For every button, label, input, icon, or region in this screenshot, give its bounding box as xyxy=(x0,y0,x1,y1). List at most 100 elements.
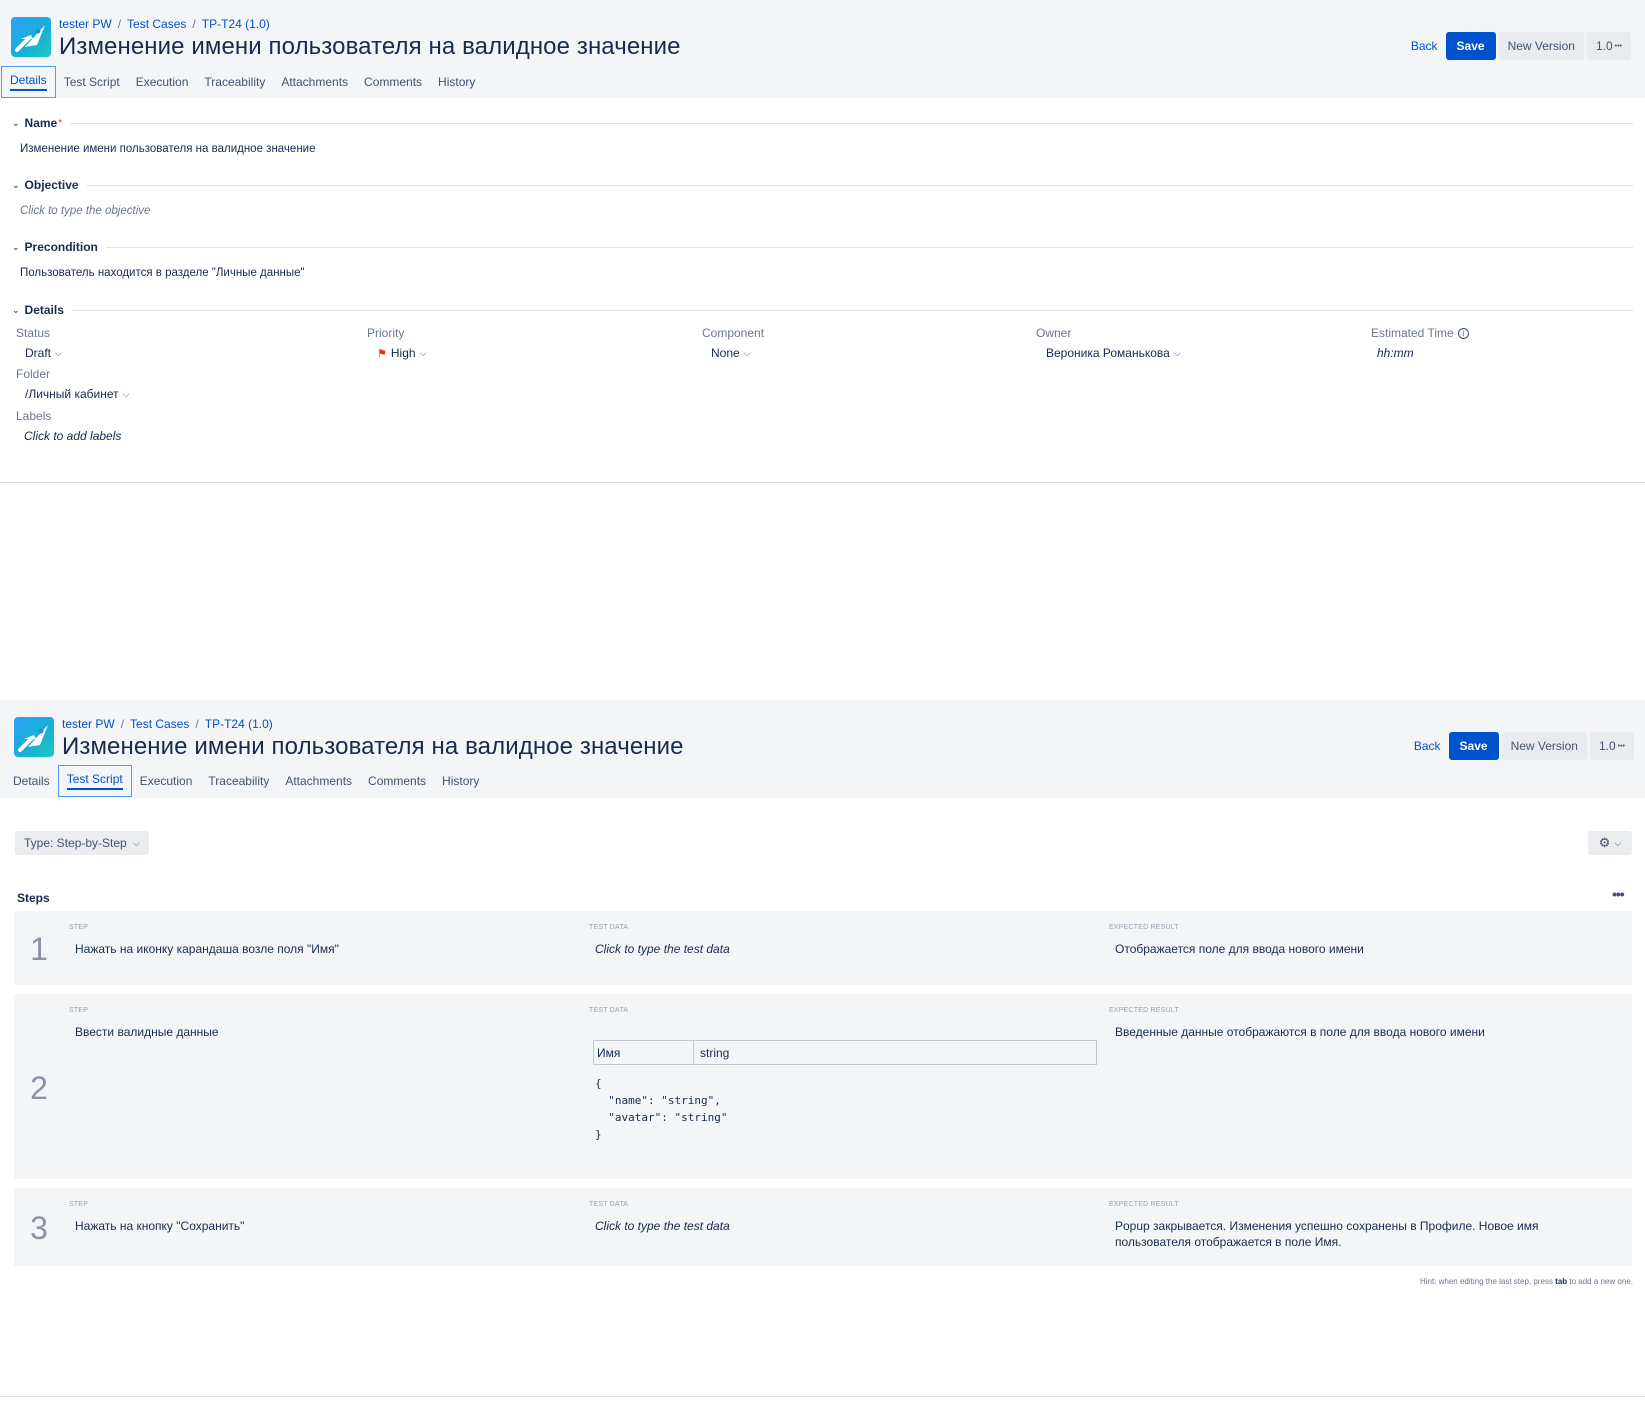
panel-bottom-divider xyxy=(0,1396,1645,1397)
script-type-dropdown[interactable]: Type: Step-by-Step ⌵ xyxy=(15,831,149,855)
objective-section-toggle[interactable]: ⌄ Objective xyxy=(12,178,1633,192)
breadcrumb-separator: / xyxy=(195,717,199,731)
status-value: Draft xyxy=(25,346,52,360)
breadcrumb-test-case-key[interactable]: TP-T24 (1.0) xyxy=(202,17,270,31)
tab-history[interactable]: History xyxy=(434,765,487,797)
owner-select[interactable]: Вероника Романькова ⌵ xyxy=(1046,346,1181,360)
breadcrumb-test-case-key[interactable]: TP-T24 (1.0) xyxy=(205,717,273,731)
tab-execution-label: Execution xyxy=(135,75,189,89)
section-divider xyxy=(86,184,1633,186)
test-data-field[interactable]: Click to type the test data xyxy=(595,941,730,957)
priority-select[interactable]: ⚑ High ⌵ xyxy=(377,346,426,360)
tab-attachments[interactable]: Attachments xyxy=(273,66,356,98)
test-data-table[interactable]: Имя string xyxy=(593,1040,1097,1065)
test-data-table-value: string xyxy=(700,1046,730,1060)
step-number: 2 xyxy=(30,1070,48,1106)
breadcrumb: tester PW / Test Cases / TP-T24 (1.0) xyxy=(62,717,273,731)
more-icon: ••• xyxy=(1617,742,1625,750)
steps-heading: Steps xyxy=(17,891,50,905)
details-section-toggle[interactable]: ⌄ Details xyxy=(12,303,1633,317)
folder-label: Folder xyxy=(16,367,51,381)
priority-value: High xyxy=(390,346,416,360)
folder-select[interactable]: /Личный кабинет ⌵ xyxy=(25,387,129,401)
breadcrumb-test-cases[interactable]: Test Cases xyxy=(130,717,189,731)
precondition-section-title: Precondition xyxy=(24,240,98,254)
labels-input[interactable]: Click to add labels xyxy=(24,429,121,443)
more-icon: ••• xyxy=(1614,42,1622,50)
page-header: tester PW / Test Cases / TP-T24 (1.0) Из… xyxy=(0,0,1645,98)
step-row[interactable]: 1 STEP Нажать на иконку карандаша возле … xyxy=(14,911,1632,985)
priority-label: Priority xyxy=(367,326,405,340)
tab-test-script-label: Test Script xyxy=(66,772,123,790)
step-description[interactable]: Ввести валидные данные xyxy=(75,1024,219,1040)
step-row[interactable]: 2 STEP Ввести валидные данные TEST DATA … xyxy=(14,994,1632,1179)
app-logo-icon xyxy=(11,17,51,57)
info-icon[interactable]: i xyxy=(1457,327,1469,339)
breadcrumb-separator: / xyxy=(117,17,122,31)
tab-bar: Details Test Script Execution Traceabili… xyxy=(1,66,483,98)
hint-prefix: Hint: when editing the last step, press xyxy=(1419,1277,1553,1286)
tab-traceability[interactable]: Traceability xyxy=(196,66,273,98)
version-menu-button[interactable]: 1.0 ••• xyxy=(1586,32,1631,60)
step-row[interactable]: 3 STEP Нажать на кнопку "Сохранить" TEST… xyxy=(14,1188,1632,1266)
steps-more-icon[interactable]: ••• xyxy=(1612,886,1625,902)
objective-field[interactable]: Click to type the objective xyxy=(20,205,150,217)
back-button[interactable]: Back xyxy=(1409,739,1446,753)
tab-details-label: Details xyxy=(10,73,47,91)
tab-comments-label: Comments xyxy=(368,774,427,788)
precondition-section-toggle[interactable]: ⌄ Precondition xyxy=(12,240,1633,254)
tab-history-label: History xyxy=(442,774,480,788)
tab-details-label: Details xyxy=(13,774,50,788)
test-data-field[interactable]: Click to type the test data xyxy=(595,1218,730,1234)
tab-history-label: History xyxy=(438,75,476,89)
test-data-table-key: Имя xyxy=(594,1041,694,1064)
tab-attachments-label: Attachments xyxy=(285,774,353,788)
chevron-down-icon: ⌵ xyxy=(132,837,140,848)
chevron-down-icon: ⌵ xyxy=(55,347,62,358)
tab-history[interactable]: History xyxy=(430,66,483,98)
tab-traceability-label: Traceability xyxy=(204,75,266,89)
tab-details[interactable]: Details xyxy=(5,765,58,797)
expected-result-field[interactable]: Введенные данные отображаются в поле для… xyxy=(1115,1024,1615,1040)
tab-traceability[interactable]: Traceability xyxy=(200,765,277,797)
step-description[interactable]: Нажать на кнопку "Сохранить" xyxy=(75,1218,244,1234)
step-description[interactable]: Нажать на иконку карандаша возле поля "И… xyxy=(75,941,339,957)
name-section-toggle[interactable]: ⌄ Name * xyxy=(12,116,1633,130)
breadcrumb-project[interactable]: tester PW xyxy=(62,717,115,731)
estimated-time-input[interactable]: hh:mm xyxy=(1377,346,1414,360)
app-logo-icon xyxy=(14,717,54,757)
tab-details[interactable]: Details xyxy=(1,66,56,98)
tab-attachments[interactable]: Attachments xyxy=(277,765,360,797)
step-column-label: STEP xyxy=(69,1201,89,1208)
version-menu-button[interactable]: 1.0 ••• xyxy=(1589,732,1634,760)
step-column-label: STEP xyxy=(69,1007,89,1014)
breadcrumb-project[interactable]: tester PW xyxy=(59,17,112,31)
precondition-field[interactable]: Пользователь находится в разделе "Личные… xyxy=(20,267,305,279)
tab-comments[interactable]: Comments xyxy=(360,765,434,797)
save-button[interactable]: Save xyxy=(1448,732,1499,760)
chevron-down-icon: ⌵ xyxy=(1173,347,1181,358)
new-version-button[interactable]: New Version xyxy=(1498,32,1584,60)
new-version-button[interactable]: New Version xyxy=(1501,732,1587,760)
name-field[interactable]: Изменение имени пользователя на валидное… xyxy=(20,143,316,155)
save-button[interactable]: Save xyxy=(1445,32,1496,60)
tab-test-script[interactable]: Test Script xyxy=(56,66,128,98)
settings-dropdown[interactable]: ⚙ ⌵ xyxy=(1588,831,1632,855)
chevron-down-icon: ⌵ xyxy=(743,347,751,358)
test-data-code-block[interactable]: { "name": "string", "avatar": "string" } xyxy=(595,1075,727,1143)
tab-comments[interactable]: Comments xyxy=(356,66,430,98)
details-screen: tester PW / Test Cases / TP-T24 (1.0) Из… xyxy=(0,0,1645,484)
tab-test-script[interactable]: Test Script xyxy=(57,765,132,797)
expected-result-field[interactable]: Popup закрывается. Изменения успешно сох… xyxy=(1115,1218,1615,1250)
tab-execution[interactable]: Execution xyxy=(132,765,201,797)
page-title: Изменение имени пользователя на валидное… xyxy=(62,733,684,760)
expected-result-field[interactable]: Отображается поле для ввода нового имени xyxy=(1115,941,1615,957)
breadcrumb-test-cases[interactable]: Test Cases xyxy=(127,17,186,31)
tab-bar: Details Test Script Execution Traceabili… xyxy=(5,765,487,797)
back-button[interactable]: Back xyxy=(1406,39,1443,53)
component-select[interactable]: None ⌵ xyxy=(711,346,751,360)
tab-execution[interactable]: Execution xyxy=(128,66,197,98)
status-select[interactable]: Draft ⌵ xyxy=(25,346,62,360)
script-type-label: Type: Step-by-Step xyxy=(24,836,127,850)
breadcrumb-separator: / xyxy=(120,717,125,731)
